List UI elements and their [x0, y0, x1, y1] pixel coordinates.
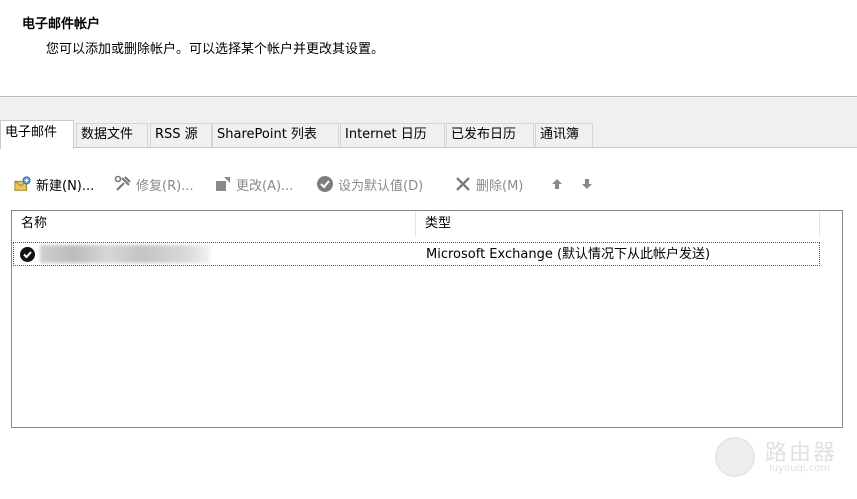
new-account-label: 新建(N)... [36, 178, 95, 194]
watermark-logo: 路由器 luyouqi.com [715, 435, 845, 479]
arrow-up-icon [548, 175, 566, 193]
header-description: 您可以添加或删除帐户。可以选择某个帐户并更改其设置。 [46, 42, 385, 57]
change-label: 更改(A)... [236, 178, 294, 194]
tab-published-calendars[interactable]: 已发布日历 [446, 123, 534, 148]
account-type: Microsoft Exchange (默认情况下从此帐户发送) [426, 247, 711, 262]
column-header-type[interactable]: 类型 [416, 211, 820, 237]
dialog-header: 电子邮件帐户 您可以添加或删除帐户。可以选择某个帐户并更改其设置。 [0, 0, 857, 97]
delete-x-icon [454, 175, 472, 193]
change-button[interactable]: 更改(A)... [214, 172, 293, 196]
watermark-subtext: luyouqi.com [769, 463, 831, 474]
arrow-down-icon [578, 175, 596, 193]
remove-button[interactable]: 删除(M) [454, 172, 523, 196]
change-icon [214, 175, 232, 193]
accounts-list: 名称 类型 Microsoft Exchange (默认情况下从此帐户发送) [11, 210, 843, 428]
check-circle-icon [316, 175, 334, 193]
column-header-name[interactable]: 名称 [12, 211, 416, 237]
repair-label: 修复(R)... [136, 178, 194, 194]
tab-email[interactable]: 电子邮件 [0, 120, 74, 149]
move-down-button[interactable] [578, 172, 596, 196]
header-title: 电子邮件帐户 [22, 17, 101, 32]
tab-internet-calendars[interactable]: Internet 日历 [340, 123, 445, 148]
tab-bar: 电子邮件 数据文件 RSS 源 SharePoint 列表 Internet 日… [0, 120, 857, 149]
tab-address-books[interactable]: 通讯簿 [535, 123, 593, 148]
tab-rss-feeds[interactable]: RSS 源 [150, 123, 212, 148]
new-account-icon [14, 175, 32, 193]
move-up-button[interactable] [548, 172, 566, 196]
tools-icon [114, 175, 132, 193]
account-row[interactable]: Microsoft Exchange (默认情况下从此帐户发送) [13, 242, 820, 266]
set-default-button[interactable]: 设为默认值(D) [316, 172, 423, 196]
account-toolbar: 新建(N)... 修复(R)... 更改(A)... 设为默认值(D) 删除(M… [14, 172, 714, 196]
set-default-label: 设为默认值(D) [338, 178, 424, 194]
router-logo-icon [715, 437, 755, 477]
repair-button[interactable]: 修复(R)... [114, 172, 194, 196]
new-account-button[interactable]: 新建(N)... [14, 172, 94, 196]
account-name [40, 245, 210, 263]
tab-data-files[interactable]: 数据文件 [76, 123, 148, 148]
default-account-check-icon [20, 247, 35, 262]
remove-label: 删除(M) [476, 178, 524, 194]
tab-sharepoint-lists[interactable]: SharePoint 列表 [212, 123, 339, 148]
